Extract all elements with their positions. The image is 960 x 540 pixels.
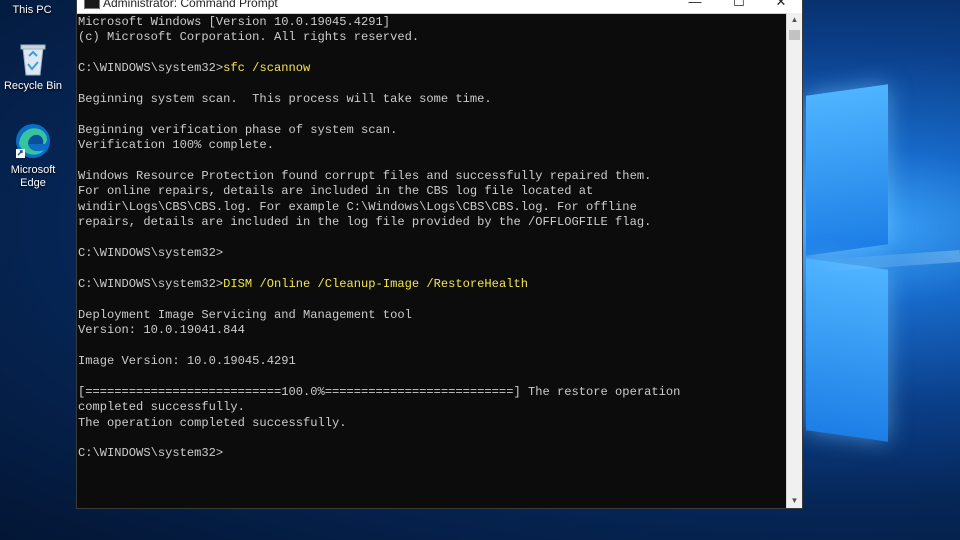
desktop-icon-microsoft-edge[interactable]: Microsoft Edge bbox=[1, 122, 65, 190]
maximize-button[interactable]: ☐ bbox=[722, 0, 756, 13]
scroll-up-arrow-icon[interactable]: ▲ bbox=[787, 13, 802, 27]
console-line: C:\WINDOWS\system32>sfc /scannow bbox=[78, 61, 786, 76]
desktop-icon-recycle-bin[interactable]: Recycle Bin bbox=[1, 42, 65, 93]
console-line: Beginning system scan. This process will… bbox=[78, 92, 492, 107]
console-command: sfc /scannow bbox=[223, 61, 311, 76]
console-line: Version: 10.0.19041.844 bbox=[78, 323, 245, 338]
command-prompt-window[interactable]: Administrator: Command Prompt — ☐ ✕ Micr… bbox=[76, 0, 803, 509]
window-title: Administrator: Command Prompt bbox=[103, 0, 278, 10]
console-command: DISM /Online /Cleanup-Image /RestoreHeal… bbox=[223, 276, 528, 291]
window-titlebar[interactable]: Administrator: Command Prompt — ☐ ✕ bbox=[77, 0, 802, 14]
console-output[interactable]: Microsoft Windows [Version 10.0.19045.42… bbox=[77, 13, 786, 508]
console-line: C:\WINDOWS\system32> bbox=[78, 446, 224, 461]
desktop-icon-this-pc[interactable]: This PC bbox=[0, 4, 64, 17]
console-prompt: C:\WINDOWS\system32> bbox=[78, 276, 224, 291]
console-line: Windows Resource Protection found corrup… bbox=[78, 169, 652, 184]
console-line: The operation completed successfully. bbox=[78, 415, 347, 430]
desktop-icon-label: Recycle Bin bbox=[3, 80, 63, 92]
console-line: Microsoft Windows [Version 10.0.19045.42… bbox=[78, 15, 391, 29]
console-line: [===========================100.0%======… bbox=[78, 384, 681, 399]
recycle-bin-icon bbox=[18, 42, 48, 76]
wallpaper-logo-pane-top bbox=[806, 84, 888, 256]
edge-icon bbox=[14, 122, 52, 160]
console-line: Beginning verification phase of system s… bbox=[78, 122, 398, 137]
wallpaper-light-beam bbox=[819, 250, 960, 272]
vertical-scrollbar[interactable]: ▲ ▼ bbox=[786, 13, 802, 508]
minimize-button[interactable]: — bbox=[678, 0, 712, 13]
console-line: Image Version: 10.0.19045.4291 bbox=[78, 353, 296, 368]
console-line: Deployment Image Servicing and Managemen… bbox=[78, 307, 412, 322]
desktop-icon-label: Microsoft Edge bbox=[10, 164, 56, 189]
console-prompt: C:\WINDOWS\system32> bbox=[78, 61, 224, 76]
console-line: completed successfully. bbox=[78, 400, 245, 415]
console-app-icon bbox=[84, 0, 100, 9]
console-line: (c) Microsoft Corporation. All rights re… bbox=[78, 30, 420, 45]
desktop-icon-label: This PC bbox=[12, 4, 52, 16]
console-line: repairs, details are included in the log… bbox=[78, 215, 652, 230]
scrollbar-thumb[interactable] bbox=[789, 30, 800, 40]
wallpaper-logo-pane-bottom bbox=[806, 258, 888, 442]
close-button[interactable]: ✕ bbox=[764, 0, 798, 13]
scroll-down-arrow-icon[interactable]: ▼ bbox=[787, 494, 802, 508]
console-line: C:\WINDOWS\system32> bbox=[78, 246, 224, 261]
console-line: Verification 100% complete. bbox=[78, 138, 274, 153]
console-line: C:\WINDOWS\system32>DISM /Online /Cleanu… bbox=[78, 277, 786, 292]
console-line: windir\Logs\CBS\CBS.log. For example C:\… bbox=[78, 199, 637, 214]
console-line: For online repairs, details are included… bbox=[78, 184, 594, 199]
